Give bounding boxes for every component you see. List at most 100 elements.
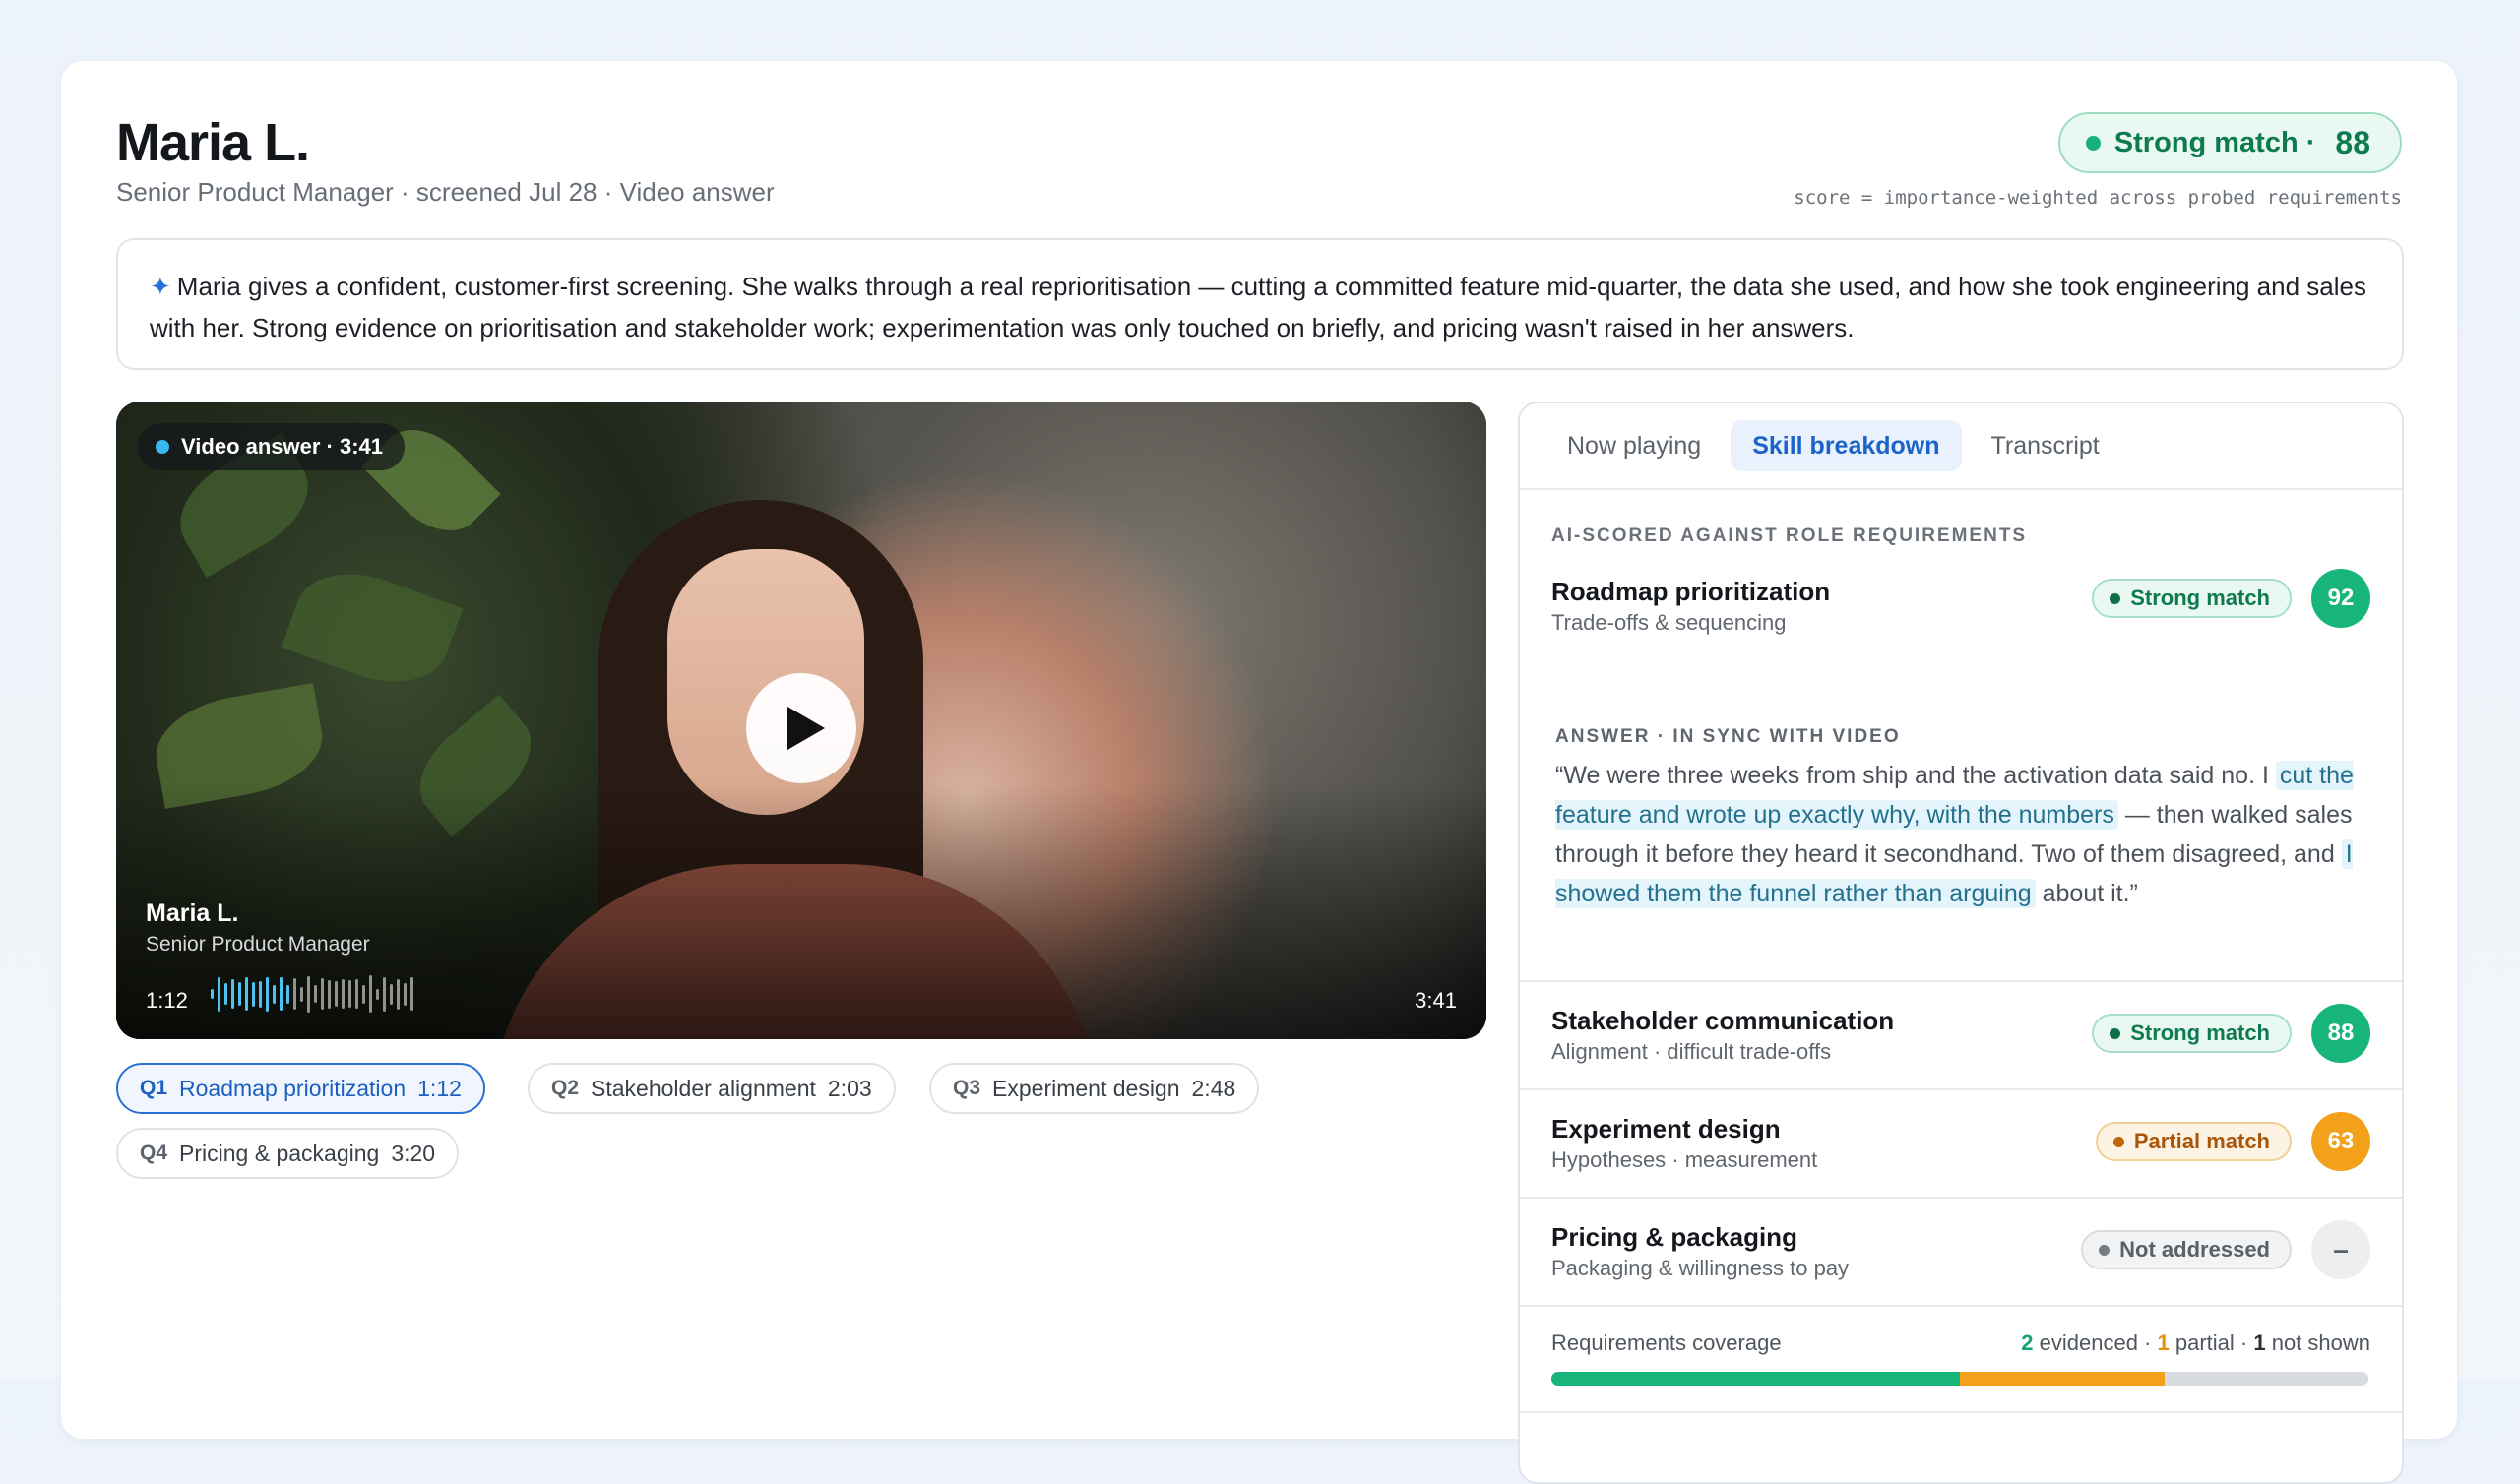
waveform-bar — [369, 975, 372, 1013]
match-score: 88 — [2335, 124, 2370, 160]
not-shown-count: 1 — [2253, 1330, 2266, 1355]
waveform-bar — [273, 984, 276, 1004]
skill-subtitle: Alignment · difficult trade-offs — [1551, 1039, 1832, 1064]
partial-count: 1 — [2157, 1330, 2170, 1355]
waveform-bar — [218, 976, 220, 1012]
coverage-legend: 2 evidenced · 1 partial · 1 not shown — [2021, 1330, 2370, 1356]
coverage-label: Requirements coverage — [1551, 1330, 1782, 1355]
live-dot-icon — [156, 440, 169, 454]
waveform-bar — [321, 978, 324, 1010]
answer-transcript: “We were three weeks from ship and the a… — [1555, 756, 2372, 913]
waveform-bar — [293, 978, 296, 1010]
divider — [1520, 1197, 2402, 1199]
video-badge-label: Video answer · 3:41 — [181, 434, 384, 459]
status-badge: Not addressed — [2081, 1230, 2292, 1269]
status-label: Strong match — [2130, 1020, 2270, 1045]
waveform-bar — [376, 988, 379, 1000]
skill-title: Stakeholder communication — [1551, 1006, 1895, 1035]
coverage-segment-partial — [1960, 1372, 2165, 1386]
chip-label: Pricing & packaging — [179, 1140, 380, 1166]
waveform-bar — [238, 982, 241, 1006]
skill-panel: Now playing Skill breakdown Transcript A… — [1518, 402, 2404, 1484]
tab-now-playing[interactable]: Now playing — [1545, 420, 1723, 471]
status-label: Strong match — [2130, 586, 2270, 610]
question-chip-q2[interactable]: Q2 Stakeholder alignment 2:03 — [528, 1063, 896, 1114]
status-label: Partial match — [2133, 1129, 2270, 1153]
answer-text: “We were three weeks from ship and the a… — [1555, 762, 2276, 789]
answer-label: ANSWER · IN SYNC WITH VIDEO — [1555, 726, 1901, 747]
candidate-card: Maria L. Senior Product Manager · screen… — [61, 61, 2457, 1484]
ai-summary: ✦ Maria gives a confident, customer-first… — [116, 238, 2404, 370]
status-badge: Strong match — [2092, 1014, 2292, 1053]
match-label: Strong match · — [2113, 126, 2316, 158]
video-person-name: Maria L. — [146, 899, 239, 927]
waveform-bar — [280, 977, 283, 1011]
video-current-time: 1:12 — [146, 988, 188, 1013]
skill-title: Pricing & packaging — [1551, 1222, 1797, 1252]
video-player[interactable]: Video answer · 3:41 Maria L. Senior Prod… — [116, 402, 1486, 1039]
waveform-bar — [383, 976, 386, 1012]
not-shown-label: not shown — [2265, 1330, 2370, 1355]
candidate-subtitle: Senior Product Manager · screened Jul 28… — [116, 177, 775, 207]
waveform-bar — [335, 981, 338, 1007]
skill-score: 88 — [2311, 1004, 2370, 1063]
waveform-bar — [314, 985, 317, 1003]
waveform-bar — [286, 984, 289, 1004]
play-icon — [788, 707, 825, 750]
chip-time: 2:48 — [1191, 1075, 1236, 1101]
panel-tabs: Now playing Skill breakdown Transcript — [1520, 403, 2402, 490]
status-dot-icon — [2112, 1136, 2124, 1147]
waveform-bar — [348, 980, 351, 1008]
play-button[interactable] — [746, 673, 856, 783]
waveform-bar — [390, 983, 393, 1005]
waveform-bar — [397, 978, 400, 1010]
partial-label: partial · — [2169, 1330, 2254, 1355]
evidenced-count: 2 — [2021, 1330, 2034, 1355]
question-chip-q4[interactable]: Q4 Pricing & packaging 3:20 — [116, 1128, 460, 1179]
skill-subtitle: Packaging & willingness to pay — [1551, 1256, 1850, 1280]
video-duration: 3:41 — [1415, 988, 1457, 1013]
waveform-bar — [259, 980, 262, 1008]
chip-number: Q2 — [551, 1077, 580, 1099]
chip-time: 2:03 — [827, 1075, 872, 1101]
status-dot-icon — [2110, 592, 2121, 604]
coverage-bar — [1551, 1372, 2368, 1386]
waveform-bar — [328, 979, 331, 1009]
skill-score: 92 — [2311, 569, 2370, 628]
status-dot-icon — [2110, 1027, 2121, 1039]
coverage-segment-evidenced — [1551, 1372, 1960, 1386]
waveform-bar — [231, 979, 234, 1009]
evidenced-label: evidenced · — [2033, 1330, 2158, 1355]
skill-title: Roadmap prioritization — [1551, 577, 1831, 606]
status-badge: Strong match — [2092, 579, 2292, 618]
question-chip-q1[interactable]: Q1 Roadmap prioritization 1:12 — [116, 1063, 485, 1114]
chip-number: Q1 — [140, 1077, 168, 1099]
divider — [1520, 1411, 2402, 1413]
divider — [1520, 980, 2402, 982]
person-face — [667, 549, 864, 815]
question-chip-q3[interactable]: Q3 Experiment design 2:48 — [929, 1063, 1260, 1114]
status-label: Not addressed — [2119, 1237, 2270, 1262]
tab-skill-breakdown[interactable]: Skill breakdown — [1731, 420, 1962, 471]
waveform-bar — [362, 984, 365, 1004]
chip-time: 1:12 — [417, 1075, 462, 1101]
video-answer-badge: Video answer · 3:41 — [138, 423, 406, 470]
skill-score: 63 — [2311, 1112, 2370, 1171]
waveform-bar — [252, 981, 255, 1007]
waveform-bar — [300, 986, 303, 1002]
skill-title: Experiment design — [1551, 1114, 1781, 1144]
answer-text: about it.” — [2035, 880, 2138, 907]
chip-number: Q3 — [953, 1077, 981, 1099]
candidate-name: Maria L. — [116, 113, 310, 172]
waveform-bar — [355, 979, 358, 1009]
summary-text: Maria gives a confident, customer-first … — [150, 272, 2366, 342]
waveform-bar — [211, 989, 214, 999]
divider — [1520, 1088, 2402, 1090]
tab-transcript[interactable]: Transcript — [1970, 420, 2121, 471]
waveform-bar — [245, 977, 248, 1011]
audio-waveform-scrubber[interactable] — [211, 974, 413, 1014]
status-badge: Partial match — [2095, 1122, 2292, 1161]
chip-label: Roadmap prioritization — [179, 1075, 407, 1101]
waveform-bar — [410, 977, 413, 1011]
video-person-role: Senior Product Manager — [146, 933, 370, 956]
